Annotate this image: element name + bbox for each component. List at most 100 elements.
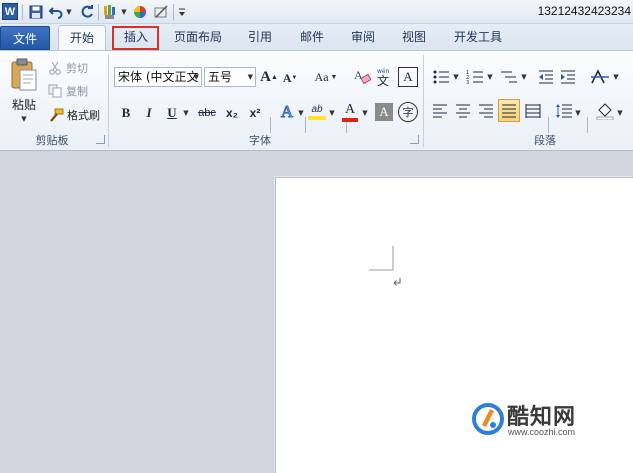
change-case-button[interactable]: Aa ▼ xyxy=(312,67,340,87)
redo-icon[interactable] xyxy=(79,3,95,21)
strikethrough-button[interactable]: abc xyxy=(196,103,218,123)
bullets-button[interactable] xyxy=(430,67,452,87)
superscript-button[interactable]: x² xyxy=(245,103,265,123)
tab-home[interactable]: 开始 xyxy=(58,25,106,51)
enclose-characters-button[interactable]: 字 xyxy=(398,102,418,122)
chinese-layout-button[interactable] xyxy=(588,67,612,87)
font-color-button[interactable]: A xyxy=(341,101,359,123)
format-painter-label: 格式刷 xyxy=(67,109,100,122)
text-highlight-dropdown-icon[interactable]: ▼ xyxy=(328,109,336,117)
phonetic-guide-button[interactable]: wén 文 xyxy=(374,65,394,87)
numbering-icon: 123 xyxy=(466,70,483,85)
separator xyxy=(270,117,271,133)
phonetic-guide-icon: wén文 xyxy=(377,68,390,86)
svg-text:3: 3 xyxy=(466,80,469,85)
paragraph-group-label: 段落 xyxy=(534,134,556,147)
text-effects-dropdown-icon[interactable]: ▼ xyxy=(297,109,305,117)
watermark-url: www.coozhi.com xyxy=(508,427,576,437)
align-center-button[interactable] xyxy=(453,101,473,121)
font-group-label: 字体 xyxy=(249,134,271,147)
multilevel-list-icon xyxy=(501,71,517,83)
ribbon: 粘贴 ▼ 剪切 复制 格式刷 剪贴板 宋体 (中文正文 ▼ 五号 ▼ A ▲ A ▼… xyxy=(0,50,633,151)
font-size-combo[interactable]: 五号 ▼ xyxy=(204,67,256,87)
font-name-combo[interactable]: 宋体 (中文正文 ▼ xyxy=(114,67,202,87)
paragraph-mark-icon xyxy=(393,278,401,286)
font-size-dropdown-icon[interactable]: ▼ xyxy=(248,68,253,86)
color-wheel-icon[interactable] xyxy=(132,3,148,21)
line-spacing-icon xyxy=(556,104,572,118)
tab-page-layout[interactable]: 页面布局 xyxy=(167,25,229,50)
font-name-dropdown-icon[interactable]: ▼ xyxy=(194,68,199,86)
increase-indent-button[interactable] xyxy=(558,67,578,87)
font-launcher-icon[interactable] xyxy=(410,135,419,144)
format-painter-button[interactable]: 格式刷 xyxy=(48,106,100,124)
undo-dropdown-icon[interactable]: ▼ xyxy=(65,3,73,21)
align-left-button[interactable] xyxy=(430,101,450,121)
character-border-button[interactable]: A xyxy=(398,67,418,87)
tab-file[interactable]: 文件 xyxy=(0,26,50,50)
ribbon-tabs: 文件 开始 插入 页面布局 引用 邮件 审阅 视图 开发工具 xyxy=(0,24,633,51)
increase-indent-icon xyxy=(561,70,575,84)
chinese-layout-dropdown-icon[interactable]: ▼ xyxy=(612,73,620,81)
margin-corner-marker xyxy=(369,246,394,271)
underline-dropdown-icon[interactable]: ▼ xyxy=(182,109,190,117)
tab-mailings[interactable]: 邮件 xyxy=(292,25,332,50)
coozhi-logo-icon xyxy=(472,403,504,435)
paint-bucket-icon xyxy=(596,103,614,120)
paste-icon xyxy=(11,58,37,90)
word-logo-icon[interactable]: W xyxy=(2,3,18,20)
copy-label: 复制 xyxy=(66,85,88,98)
tab-developer[interactable]: 开发工具 xyxy=(446,25,510,50)
separator xyxy=(173,4,174,20)
customize-toolbar-icon[interactable] xyxy=(177,3,187,21)
paint-icon[interactable] xyxy=(101,3,119,21)
font-color-dropdown-icon[interactable]: ▼ xyxy=(361,109,369,117)
clipboard-launcher-icon[interactable] xyxy=(96,135,105,144)
text-highlight-button[interactable]: ab xyxy=(307,101,327,123)
line-spacing-button[interactable] xyxy=(554,101,574,121)
tab-references[interactable]: 引用 xyxy=(240,25,280,50)
shrink-font-button[interactable]: A ▼ xyxy=(281,69,299,87)
draw-table-icon[interactable] xyxy=(153,3,169,21)
copy-icon xyxy=(48,84,62,98)
save-icon[interactable] xyxy=(27,3,45,21)
bullets-dropdown-icon[interactable]: ▼ xyxy=(452,73,460,81)
decrease-indent-icon xyxy=(539,70,553,84)
text-effects-button[interactable]: A xyxy=(277,101,297,123)
svg-text:文: 文 xyxy=(377,73,389,86)
italic-button[interactable]: I xyxy=(140,103,158,123)
tab-review[interactable]: 审阅 xyxy=(343,25,383,50)
separator xyxy=(108,55,109,147)
copy-button[interactable]: 复制 xyxy=(48,82,88,100)
numbering-button[interactable]: 123 xyxy=(464,67,486,87)
underline-button[interactable]: U xyxy=(163,103,181,123)
line-spacing-dropdown-icon[interactable]: ▼ xyxy=(574,109,582,117)
align-right-button[interactable] xyxy=(476,101,496,121)
cut-label: 剪切 xyxy=(66,62,88,75)
character-shading-button[interactable]: A xyxy=(375,103,393,121)
paste-button[interactable]: 粘贴 ▼ xyxy=(6,55,42,125)
subscript-button[interactable]: x₂ xyxy=(222,103,242,123)
paint-dropdown-icon[interactable]: ▼ xyxy=(120,3,128,21)
justify-button[interactable] xyxy=(498,99,520,122)
align-left-icon xyxy=(433,104,447,118)
shading-dropdown-icon[interactable]: ▼ xyxy=(616,109,624,117)
clear-formatting-button[interactable]: A xyxy=(352,65,372,87)
align-center-icon xyxy=(456,104,470,118)
grow-font-button[interactable]: A ▲ xyxy=(260,67,278,87)
multilevel-list-dropdown-icon[interactable]: ▼ xyxy=(520,73,528,81)
window-title: 13212432423234 xyxy=(537,4,631,18)
numbering-dropdown-icon[interactable]: ▼ xyxy=(486,73,494,81)
highlight-color-swatch xyxy=(308,116,326,120)
bold-button[interactable]: B xyxy=(117,103,135,123)
distributed-button[interactable] xyxy=(523,101,543,121)
multilevel-list-button[interactable] xyxy=(498,67,520,87)
shading-button[interactable] xyxy=(594,101,616,121)
paste-dropdown-icon[interactable]: ▼ xyxy=(21,115,26,123)
cut-button[interactable]: 剪切 xyxy=(48,59,88,77)
distributed-icon xyxy=(525,104,541,118)
tab-view[interactable]: 视图 xyxy=(394,25,434,50)
font-size-value: 五号 xyxy=(208,70,233,84)
decrease-indent-button[interactable] xyxy=(536,67,556,87)
undo-icon[interactable] xyxy=(48,3,64,21)
